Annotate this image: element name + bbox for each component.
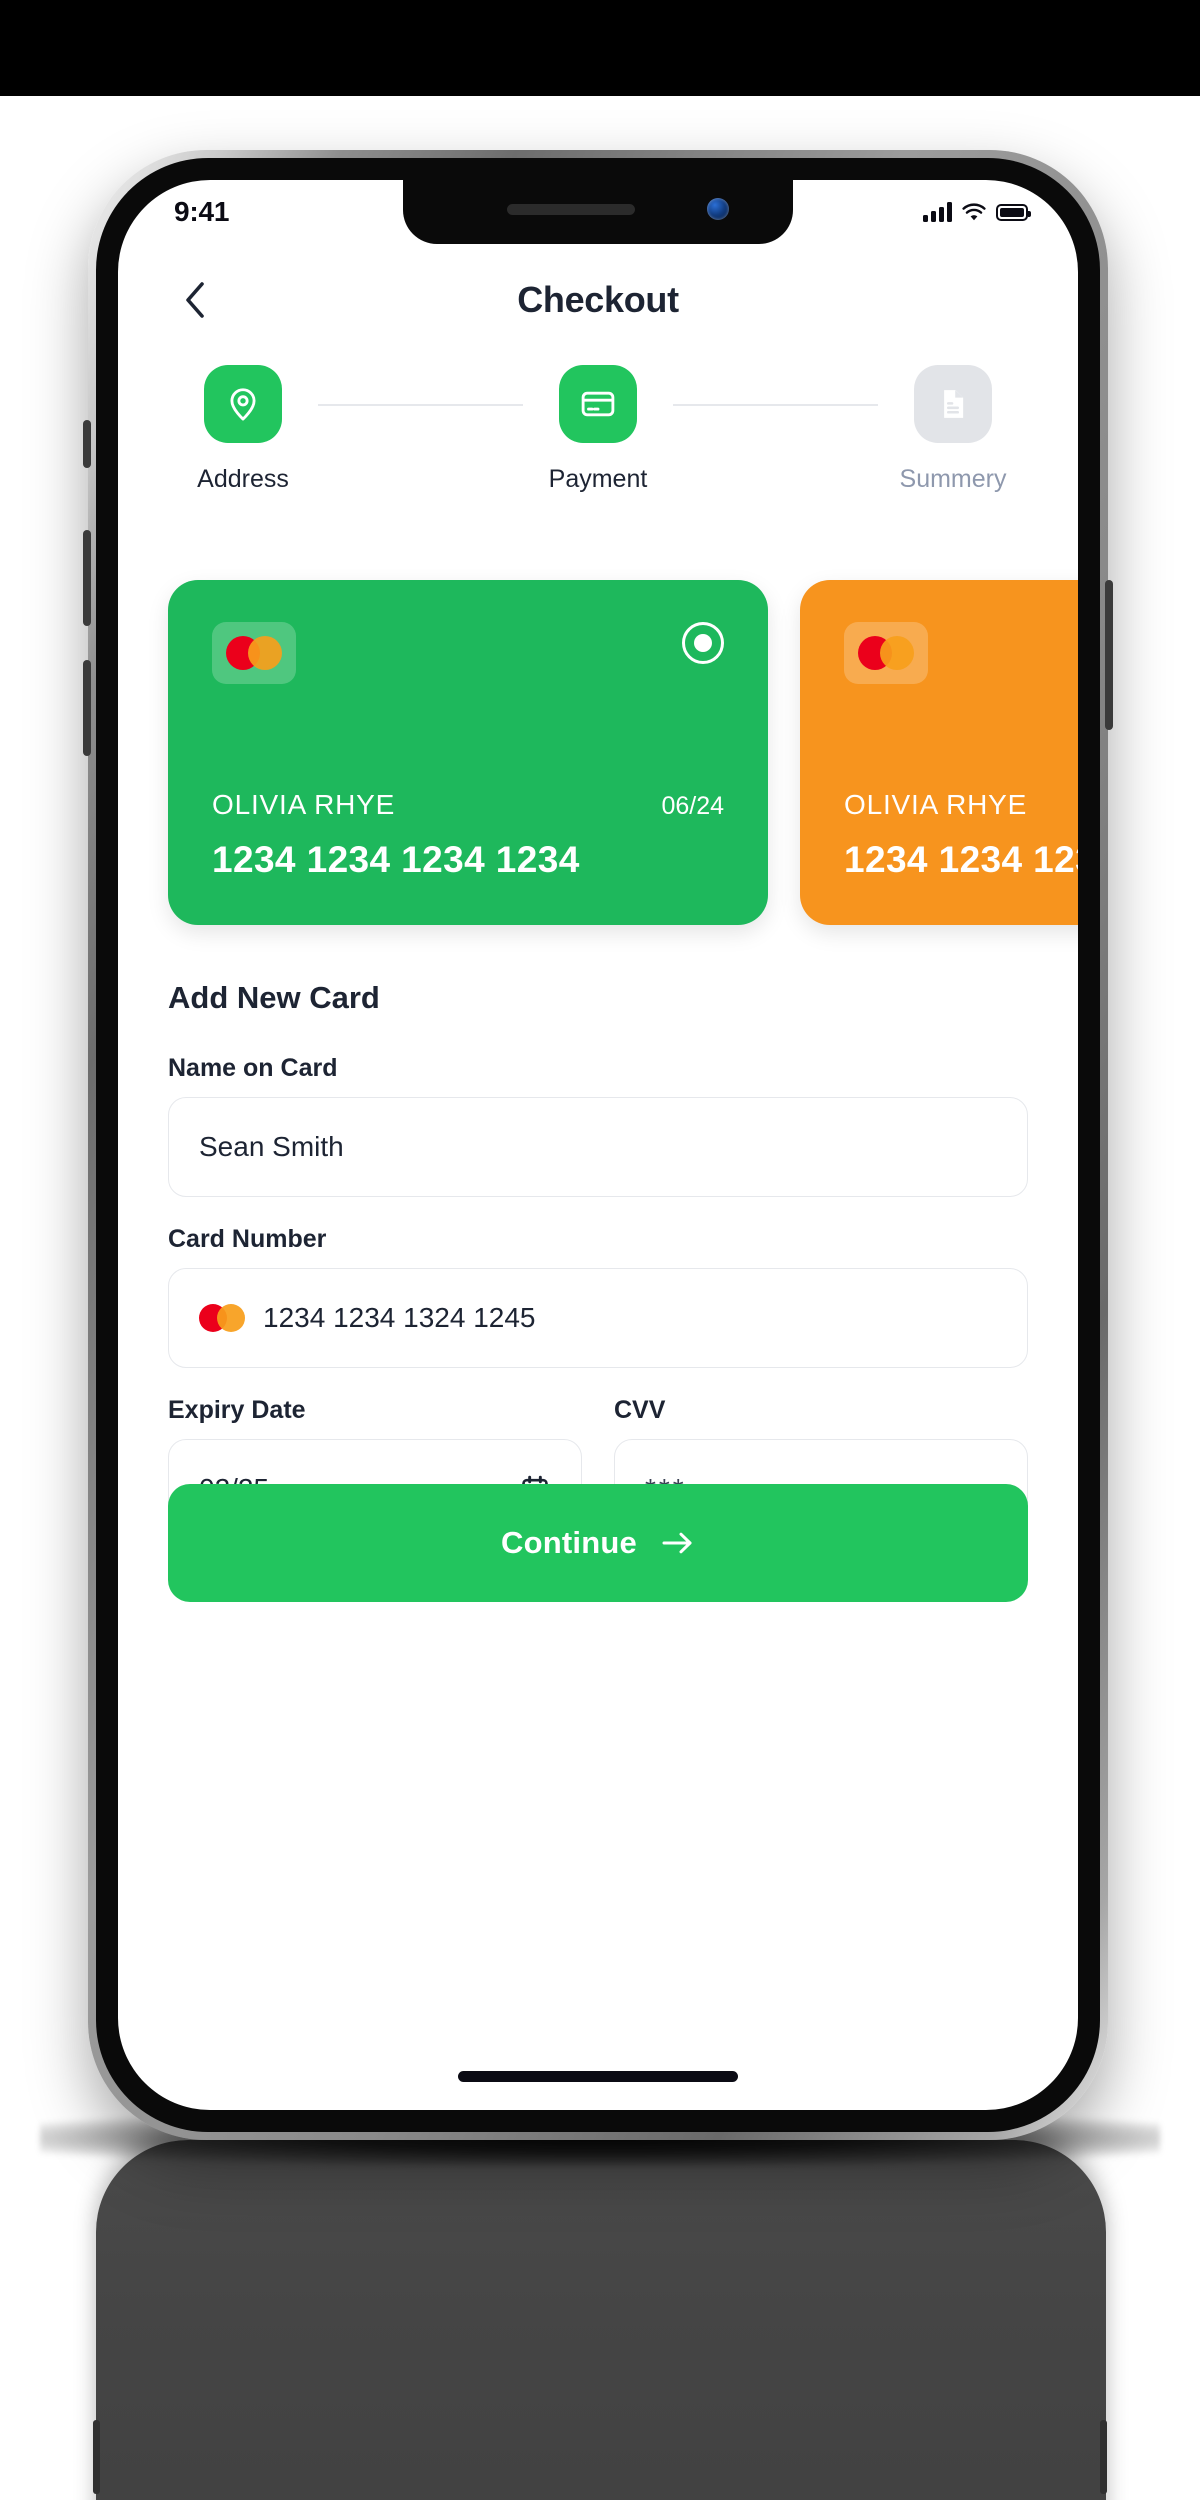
- battery-full-icon: [996, 203, 1031, 221]
- top-letterbox-band: [0, 0, 1200, 96]
- back-device-volume-button: [93, 2420, 100, 2494]
- form-section-title: Add New Card: [168, 980, 380, 1015]
- credit-card-icon: [559, 365, 637, 443]
- card-holder-name: OLIVIA RHYE: [844, 789, 1028, 820]
- saved-card-orange[interactable]: OLIVIA RHYE 06/24 1234 1234 1234 1234: [800, 580, 1078, 925]
- page-title: Checkout: [517, 279, 679, 320]
- location-pin-icon: [204, 365, 282, 443]
- stepper-connector-2: [673, 404, 878, 406]
- phone-screen: 9:41 Checkout Address Payment Summery OL…: [118, 180, 1078, 2110]
- field-card-number: Card Number 1234 1234 1324 1245: [168, 1225, 1028, 1368]
- back-device-body: [96, 2140, 1106, 2500]
- checkout-stepper: Address Payment Summery: [168, 365, 1028, 494]
- saved-card-green[interactable]: OLIVIA RHYE 06/24 1234 1234 1234 1234: [168, 580, 768, 925]
- stepper-label-payment: Payment: [548, 465, 648, 493]
- name-on-card-value: Sean Smith: [199, 1131, 344, 1162]
- card-holder-name: OLIVIA RHYE: [212, 789, 396, 820]
- stepper-label-summery: Summery: [899, 465, 1007, 493]
- front-camera: [707, 198, 729, 220]
- card-number: 1234 1234 1234 1234: [844, 839, 1078, 880]
- stepper-step-summery[interactable]: Summery: [878, 365, 1028, 494]
- status-icons: [923, 202, 1031, 222]
- mastercard-icon: [199, 1304, 245, 1332]
- stepper-label-address: Address: [197, 465, 289, 493]
- stepper-step-address[interactable]: Address: [168, 365, 318, 494]
- back-device-power-button: [1100, 2420, 1107, 2494]
- stepper-connector-1: [318, 404, 523, 406]
- card-select-radio[interactable]: [682, 622, 724, 664]
- wifi-icon: [962, 203, 986, 220]
- continue-button[interactable]: Continue: [168, 1484, 1028, 1602]
- name-on-card-input[interactable]: Sean Smith: [168, 1097, 1028, 1197]
- continue-button-label: Continue: [501, 1525, 637, 1560]
- mastercard-icon: [212, 622, 296, 684]
- card-number-input[interactable]: 1234 1234 1324 1245: [168, 1268, 1028, 1368]
- cellular-signal-icon: [923, 202, 952, 222]
- mastercard-icon: [844, 622, 928, 684]
- document-icon: [914, 365, 992, 443]
- status-time: 9:41: [174, 196, 230, 227]
- earpiece-speaker: [507, 204, 635, 215]
- saved-cards-carousel[interactable]: OLIVIA RHYE 06/24 1234 1234 1234 1234 OL…: [168, 580, 1078, 925]
- saved-card-green-bottom: OLIVIA RHYE 06/24 1234 1234 1234 1234: [212, 789, 724, 881]
- saved-card-orange-top: [844, 622, 1078, 684]
- card-expiry: 06/24: [661, 792, 724, 820]
- app-header: Checkout: [118, 250, 1078, 350]
- notch: [403, 180, 793, 244]
- saved-card-green-top: [212, 622, 724, 684]
- label-name-on-card: Name on Card: [168, 1054, 338, 1082]
- add-new-card-form: Add New Card Name on Card Sean Smith Car…: [168, 980, 1028, 1539]
- label-expiry-date: Expiry Date: [168, 1396, 306, 1424]
- saved-card-orange-bottom: OLIVIA RHYE 06/24 1234 1234 1234 1234: [844, 789, 1078, 881]
- field-name-on-card: Name on Card Sean Smith: [168, 1054, 1028, 1197]
- volume-down-button: [83, 660, 91, 756]
- card-number-value: 1234 1234 1324 1245: [263, 1302, 536, 1333]
- label-cvv: CVV: [614, 1396, 666, 1424]
- silent-switch: [83, 420, 91, 468]
- screenshot-stage: 9:41 Checkout Address Payment Summery OL…: [0, 0, 1200, 2500]
- home-indicator: [458, 2071, 738, 2082]
- volume-up-button: [83, 530, 91, 626]
- arrow-right-icon: [662, 1532, 692, 1554]
- card-number: 1234 1234 1234 1234: [212, 839, 580, 880]
- stepper-step-payment[interactable]: Payment: [523, 365, 673, 494]
- power-button: [1105, 580, 1113, 730]
- label-card-number: Card Number: [168, 1225, 327, 1253]
